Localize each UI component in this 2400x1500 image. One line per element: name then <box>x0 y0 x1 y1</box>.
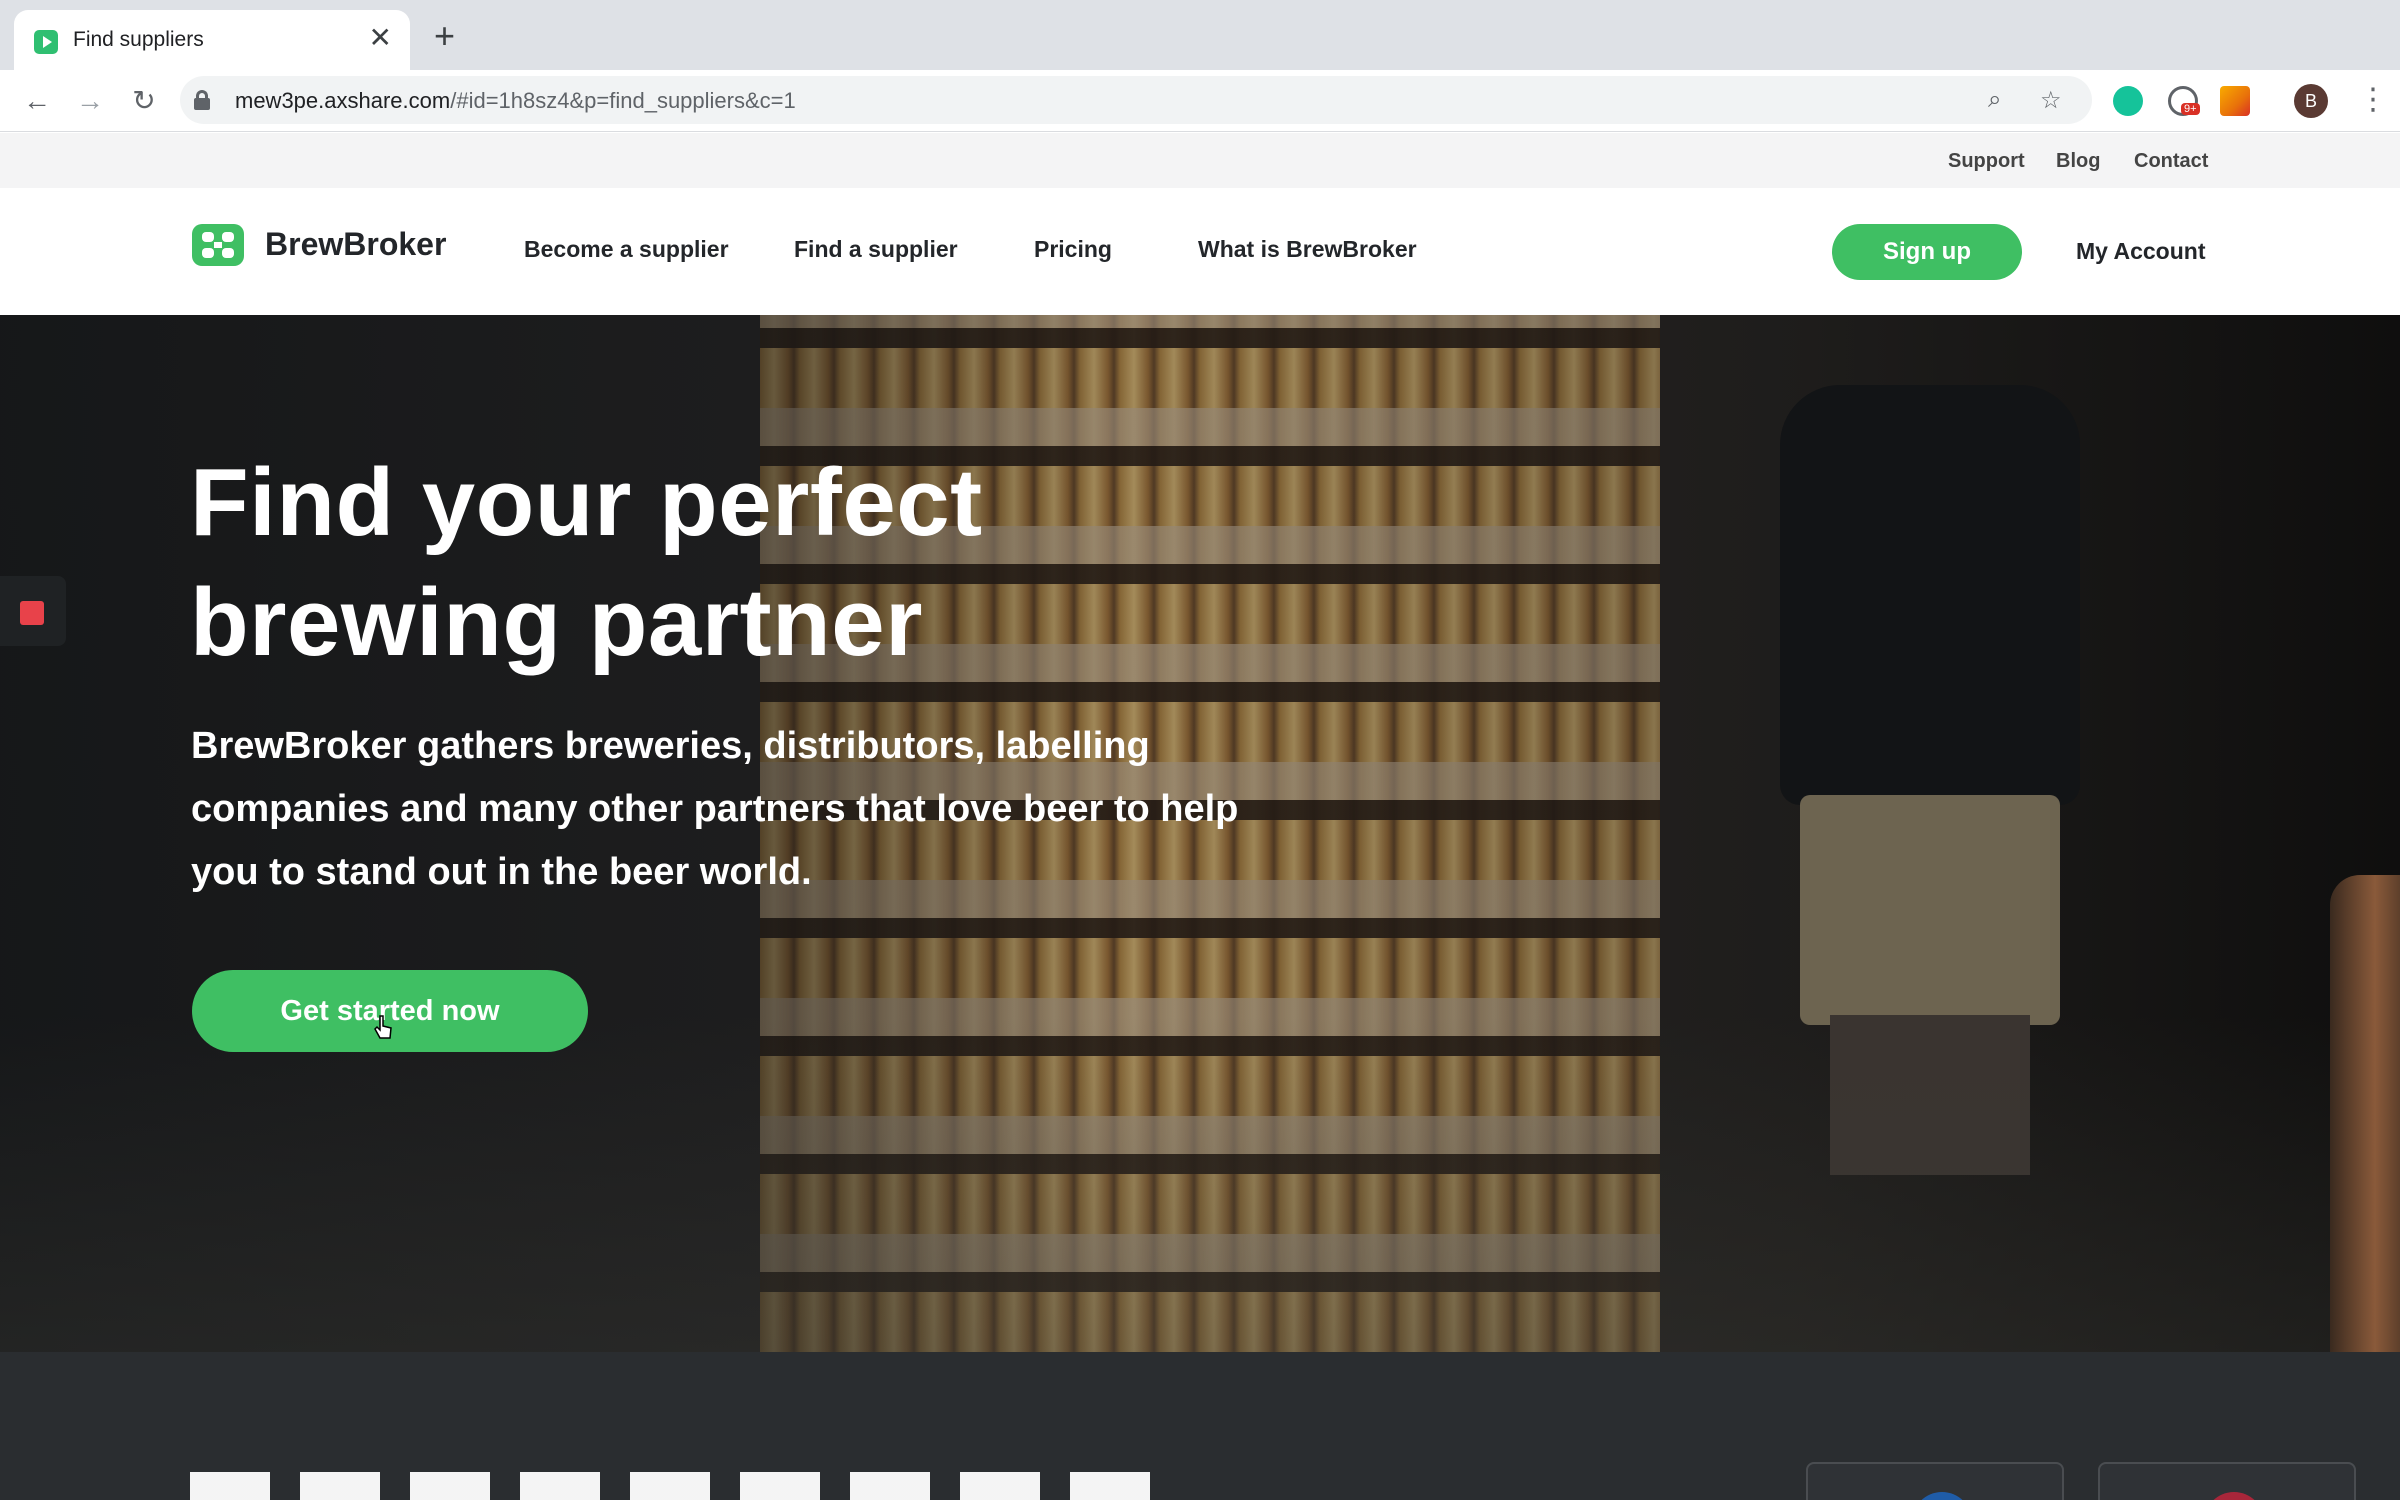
analytics-icon[interactable] <box>2220 86 2250 116</box>
partner-card[interactable] <box>1806 1462 2064 1500</box>
brewbroker-logo-icon[interactable] <box>190 222 246 268</box>
sign-up-button[interactable]: Sign up <box>1832 224 2022 280</box>
my-account-link[interactable]: My Account <box>2076 238 2206 265</box>
hero-subtitle: BrewBroker gathers breweries, distributo… <box>191 725 1239 893</box>
contact-link[interactable]: Contact <box>2134 150 2208 173</box>
record-icon <box>20 601 44 625</box>
nav-become-supplier[interactable]: Become a supplier <box>524 236 729 263</box>
section-heading-cutoff <box>190 1472 1170 1500</box>
tab-title: Find suppliers <box>73 28 204 51</box>
url-text: mew3pe.axshare.com/#id=1h8sz4&p=find_sup… <box>235 88 796 114</box>
hero-title-line1: Find your perfect <box>190 449 983 556</box>
hero-floor <box>0 1015 2400 1352</box>
cursor-icon <box>374 1015 392 1039</box>
partner-logo <box>2204 1492 2264 1500</box>
forward-icon[interactable]: → <box>73 84 107 118</box>
url-path: /#id=1h8sz4&p=find_suppliers&c=1 <box>450 88 796 113</box>
recording-indicator[interactable] <box>0 576 66 646</box>
grammarly-icon[interactable] <box>2113 86 2143 116</box>
logo-text[interactable]: BrewBroker <box>265 226 446 263</box>
hero-section: Find your perfect brewing partner BrewBr… <box>0 315 2400 1352</box>
new-tab-icon[interactable]: + <box>434 18 455 54</box>
support-link[interactable]: Support <box>1948 150 2025 173</box>
hero-title-line2: brewing partner <box>190 569 923 676</box>
back-icon[interactable]: ← <box>20 84 54 118</box>
partner-card[interactable] <box>2098 1462 2356 1500</box>
featured-section <box>0 1352 2400 1500</box>
browser-tab[interactable]: Find suppliers ✕ <box>14 10 410 70</box>
hero-keg <box>2330 875 2400 1352</box>
blog-link[interactable]: Blog <box>2056 150 2100 173</box>
lock-icon <box>194 90 210 110</box>
nav-what-is-brewbroker[interactable]: What is BrewBroker <box>1198 236 1417 263</box>
partner-logo <box>1912 1492 1972 1500</box>
star-icon[interactable]: ☆ <box>2040 86 2062 115</box>
browser-toolbar: ← → ↻ mew3pe.axshare.com/#id=1h8sz4&p=fi… <box>0 70 2400 132</box>
extension-icon[interactable]: 9+ <box>2168 86 2200 116</box>
hero-title: Find your perfect brewing partner <box>190 443 1190 683</box>
reload-icon[interactable]: ↻ <box>127 84 161 118</box>
menu-icon[interactable]: ⋮ <box>2358 80 2388 120</box>
close-tab-icon[interactable]: ✕ <box>369 24 392 52</box>
favicon-icon <box>34 30 58 54</box>
nav-find-supplier[interactable]: Find a supplier <box>794 236 958 263</box>
browser-tabstrip: Find suppliers ✕ + <box>0 0 2400 70</box>
main-header: BrewBroker Become a supplier Find a supp… <box>0 188 2400 315</box>
profile-avatar[interactable]: B <box>2294 84 2328 118</box>
zoom-icon[interactable]: ⌕ <box>1988 86 2001 114</box>
utility-nav: Support Blog Contact <box>0 133 2400 188</box>
url-host: mew3pe.axshare.com <box>235 88 451 113</box>
notification-badge: 9+ <box>2181 103 2200 115</box>
address-bar[interactable]: mew3pe.axshare.com/#id=1h8sz4&p=find_sup… <box>180 76 2092 124</box>
nav-pricing[interactable]: Pricing <box>1034 236 1112 263</box>
